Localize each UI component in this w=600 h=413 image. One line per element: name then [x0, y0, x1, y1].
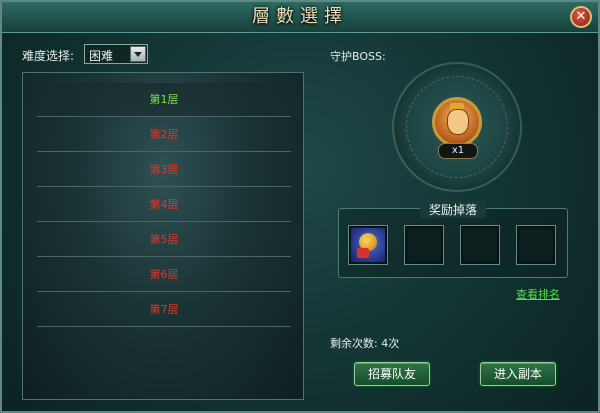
- reward-slot-2[interactable]: [404, 225, 444, 265]
- floor-item-6[interactable]: 第6层: [37, 258, 291, 292]
- window-title: 層數選擇: [252, 6, 348, 27]
- close-button[interactable]: ✕: [570, 6, 592, 28]
- boss-count-badge: x1: [438, 143, 478, 159]
- floor-list: 第1层 第2层 第3层 第4层 第5层 第6层 第7层: [22, 72, 304, 400]
- difficulty-label: 难度选择:: [22, 49, 75, 63]
- reward-item-icon[interactable]: [351, 228, 385, 262]
- chevron-down-icon[interactable]: [130, 46, 146, 62]
- item-spark: [357, 248, 369, 258]
- close-icon: ✕: [575, 9, 587, 24]
- recruit-teammate-button[interactable]: 招募队友: [354, 362, 430, 386]
- floor-item-1[interactable]: 第1层: [37, 83, 291, 117]
- reward-slot-4[interactable]: [516, 225, 556, 265]
- reward-slot-3[interactable]: [460, 225, 500, 265]
- remaining-label: 剩余次数:: [330, 337, 378, 350]
- floor-item-3[interactable]: 第3层: [37, 153, 291, 187]
- floor-item-4[interactable]: 第4层: [37, 188, 291, 222]
- remaining-value: 4次: [381, 337, 400, 350]
- boss-label: 守护BOSS:: [330, 50, 386, 63]
- reward-slot-1[interactable]: [348, 225, 388, 265]
- reward-title: 奖励掉落: [420, 201, 486, 218]
- difficulty-select[interactable]: 困难: [84, 44, 148, 64]
- floor-item-5[interactable]: 第5层: [37, 223, 291, 257]
- difficulty-value: 困难: [89, 49, 114, 63]
- boss-portrait-icon[interactable]: [432, 97, 482, 147]
- dungeon-floor-window: 層數選擇 ✕ 难度选择: 困难 第1层 第2层 第3层 第4层 第5层 第6层 …: [0, 0, 600, 413]
- floor-item-7[interactable]: 第7层: [37, 293, 291, 327]
- floor-item-2[interactable]: 第2层: [37, 118, 291, 152]
- view-ranking-link[interactable]: 查看排名: [516, 286, 560, 302]
- remaining-count: 剩余次数: 4次: [330, 335, 399, 351]
- enter-dungeon-button[interactable]: 进入副本: [480, 362, 556, 386]
- boss-face: [447, 109, 469, 135]
